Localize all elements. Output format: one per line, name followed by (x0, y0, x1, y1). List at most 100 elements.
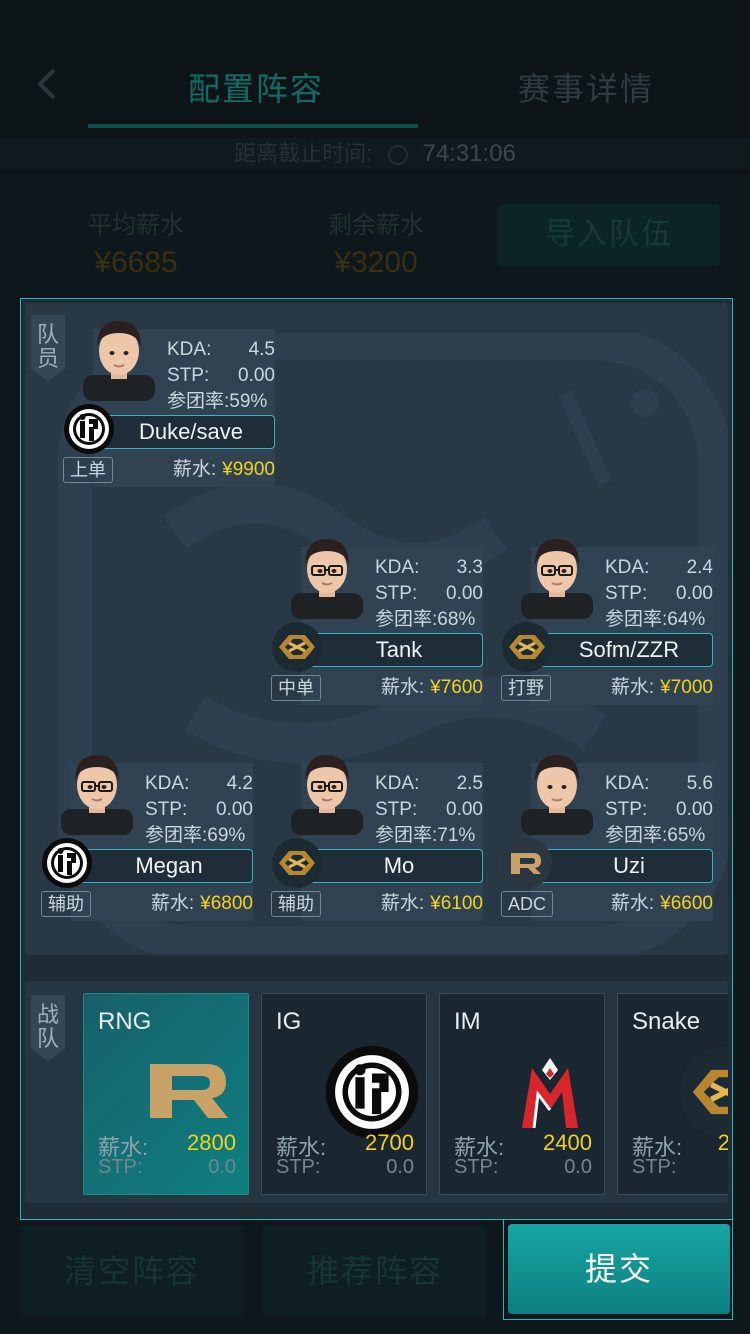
player-salary: 薪水: ¥9900 (173, 457, 275, 483)
team-stp-label: STP: (632, 1156, 677, 1178)
top-bar: 配置阵容 赛事详情 距离截止时间: 74:31:06 (0, 0, 750, 175)
team-card-ig[interactable]: IG 薪水: 2700 STP: 0.0 (261, 993, 427, 1195)
role-tag: 辅助 (41, 891, 91, 917)
salary-label: 薪水: (610, 893, 655, 914)
rng-logo-icon (150, 1064, 228, 1118)
tab-match-details[interactable]: 赛事详情 (518, 64, 654, 110)
player-salary: 薪水: ¥7000 (611, 675, 713, 701)
players-side-label: 队员 (31, 315, 65, 381)
stp-label: STP: (375, 799, 418, 820)
clear-lineup-button[interactable]: 清空阵容 (20, 1226, 244, 1316)
team-card-rng[interactable]: RNG 薪水: 2800 STP: 0.0 (83, 993, 249, 1195)
stp-value: 0.00 (676, 799, 713, 820)
team-name: Snake (632, 1008, 701, 1035)
tab-lineup[interactable]: 配置阵容 (188, 64, 324, 110)
player-card[interactable]: KDA: 4.2 STP: 0.00 参团率:69% Megan 辅助 薪水: ¥68… (41, 751, 253, 921)
stp-value: 0.00 (446, 799, 483, 820)
role-tag: 中单 (271, 675, 321, 701)
snake-logo-icon (678, 1044, 728, 1140)
stp-value: 0.00 (676, 583, 713, 604)
team-card-snake[interactable]: Snake 薪水:2 STP: (617, 993, 728, 1195)
player-avatar (521, 535, 593, 619)
ig-logo-icon (41, 837, 93, 889)
kda-value: 4.5 (248, 339, 275, 360)
deadline-label: 距离截止时间: (234, 141, 373, 166)
average-salary-value: ¥6685 (94, 246, 178, 279)
deadline-time: 74:31:06 (422, 140, 516, 167)
kda-value: 3.3 (456, 557, 483, 578)
remaining-salary-label: 剩余薪水 (328, 212, 424, 239)
player-avatar (291, 751, 363, 835)
player-card[interactable]: KDA: 4.5 STP: 0.00 参团率:59% Duke/save 上单 薪水… (63, 317, 275, 487)
stp-value: 0.00 (216, 799, 253, 820)
average-salary-label: 平均薪水 (88, 212, 184, 239)
snake-logo-icon (271, 621, 323, 673)
player-avatar (291, 535, 363, 619)
kda-label: KDA: (375, 773, 420, 794)
player-salary: 薪水: ¥7600 (381, 675, 483, 701)
team-stp: STP: 0.0 (276, 1156, 414, 1179)
player-stats: KDA: 3.3 STP: 0.00 参团率:68% (375, 555, 483, 633)
player-salary: 薪水: ¥6600 (611, 891, 713, 917)
ig-logo-icon (63, 403, 115, 455)
player-card[interactable]: KDA: 5.6 STP: 0.00 参团率:65% Uzi ADC 薪水: ¥660… (501, 751, 713, 921)
player-avatar (83, 317, 155, 401)
recommend-lineup-button[interactable]: 推荐阵容 (263, 1226, 487, 1316)
kda-value: 2.5 (456, 773, 483, 794)
team-stp: STP: (632, 1156, 728, 1179)
kda-value: 5.6 (686, 773, 713, 794)
player-stats: KDA: 4.5 STP: 0.00 参团率:59% (167, 337, 275, 415)
player-avatar (521, 751, 593, 835)
teams-panel: 战队 RNG 薪水: 2800 STP: 0.0 IG 薪水: 2700 STP: 0.… (25, 981, 728, 1203)
team-stp: STP: 0.0 (454, 1156, 592, 1179)
team-name: RNG (98, 1008, 152, 1035)
salary-label: 薪水: (172, 459, 217, 480)
team-stp: STP: 0.0 (98, 1156, 236, 1179)
salary-value: ¥6800 (200, 893, 253, 914)
kda-label: KDA: (167, 339, 212, 360)
stp-label: STP: (167, 365, 210, 386)
submit-button[interactable]: 提交 (508, 1224, 730, 1314)
salary-value: ¥6100 (430, 893, 483, 914)
snake-logo-icon (271, 837, 323, 889)
team-stp-label: STP: (98, 1156, 143, 1178)
kda-label: KDA: (605, 773, 650, 794)
import-team-button[interactable]: 导入队伍 (498, 204, 720, 266)
kda-value: 4.2 (226, 773, 253, 794)
kda-label: KDA: (605, 557, 650, 578)
role-tag: 辅助 (271, 891, 321, 917)
role-tag: ADC (501, 891, 554, 917)
rng-logo-icon (501, 837, 553, 889)
team-card-im[interactable]: IM 薪水: 2400 STP: 0.0 (439, 993, 605, 1195)
snake-logo-icon (501, 621, 553, 673)
player-card[interactable]: KDA: 2.5 STP: 0.00 参团率:71% Mo 辅助 薪水: ¥6100 (271, 751, 483, 921)
participation-rate: 参团率:71% (375, 825, 476, 846)
submit-highlight: 提交 (503, 1220, 733, 1320)
player-card[interactable]: KDA: 3.3 STP: 0.00 参团率:68% Tank 中单 薪水: ¥760… (271, 535, 483, 705)
participation-rate: 参团率:68% (375, 609, 476, 630)
stp-label: STP: (375, 583, 418, 604)
player-avatar (61, 751, 133, 835)
player-salary: 薪水: ¥6100 (381, 891, 483, 917)
team-stp-value: 0.0 (208, 1156, 236, 1178)
player-stats: KDA: 2.5 STP: 0.00 参团率:71% (375, 771, 483, 849)
team-stp-value: 0.0 (386, 1156, 414, 1178)
chevron-left-icon[interactable] (30, 64, 70, 104)
kda-label: KDA: (375, 557, 420, 578)
stp-label: STP: (605, 583, 648, 604)
team-stp-value: 0.0 (564, 1156, 592, 1178)
average-salary: 平均薪水 ¥6685 (88, 205, 184, 280)
deadline-bar: 距离截止时间: 74:31:06 (0, 138, 750, 170)
stp-label: STP: (605, 799, 648, 820)
salary-label: 薪水: (610, 677, 655, 698)
salary-label: 薪水: (380, 677, 425, 698)
player-stats: KDA: 2.4 STP: 0.00 参团率:64% (605, 555, 713, 633)
player-stats: KDA: 5.6 STP: 0.00 参团率:65% (605, 771, 713, 849)
stp-value: 0.00 (446, 583, 483, 604)
stp-label: STP: (145, 799, 188, 820)
role-tag: 上单 (63, 457, 113, 483)
player-card[interactable]: KDA: 2.4 STP: 0.00 参团率:64% Sofm/ZZR 打野 薪水:… (501, 535, 713, 705)
salary-value: ¥6600 (660, 893, 713, 914)
team-name: IG (276, 1008, 302, 1035)
clock-icon (388, 145, 409, 166)
